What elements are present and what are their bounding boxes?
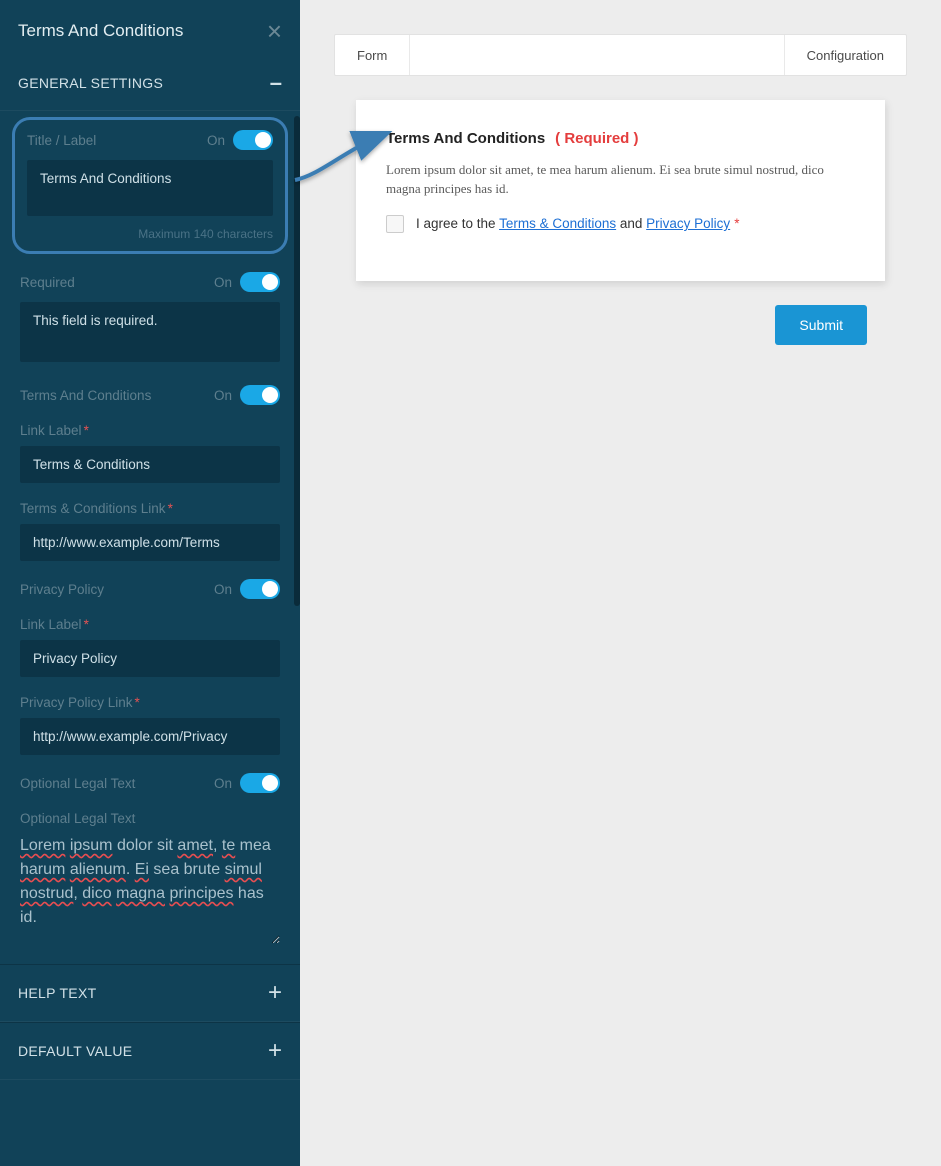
agree-and: and: [616, 216, 646, 231]
tc-toggle[interactable]: [240, 385, 280, 405]
required-toggle[interactable]: [240, 272, 280, 292]
tc-link-label-label: Link Label*: [20, 423, 89, 438]
pp-toggle-text: On: [214, 582, 232, 597]
tc-toggle-text: On: [214, 388, 232, 403]
agree-text: I agree to the Terms & Conditions and Pr…: [416, 216, 739, 231]
section-general-settings[interactable]: GENERAL SETTINGS –: [0, 56, 300, 111]
preview-title: Terms And Conditions: [386, 130, 545, 147]
tc-url-input[interactable]: [20, 524, 280, 561]
terms-link[interactable]: Terms & Conditions: [499, 216, 616, 231]
close-icon[interactable]: ×: [267, 18, 282, 44]
agree-prefix: I agree to the: [416, 216, 499, 231]
title-highlight-box: Title / Label On Maximum 140 characters: [12, 117, 288, 254]
submit-button[interactable]: Submit: [775, 305, 867, 345]
tc-url-label: Terms & Conditions Link*: [20, 501, 173, 516]
sidebar-scroll[interactable]: GENERAL SETTINGS – Title / Label On Maxi…: [0, 56, 300, 1166]
sidebar-title: Terms And Conditions: [18, 21, 183, 41]
agree-checkbox[interactable]: [386, 215, 404, 233]
section-default-label: DEFAULT VALUE: [18, 1043, 132, 1059]
opt-legal-input-label: Optional Legal Text: [20, 811, 135, 826]
collapse-icon: –: [270, 72, 282, 94]
tabs: Form Configuration: [334, 34, 907, 76]
opt-legal-toggle[interactable]: [240, 773, 280, 793]
title-label: Title / Label: [27, 133, 96, 148]
plus-icon: +: [268, 1039, 282, 1063]
section-default-value[interactable]: DEFAULT VALUE +: [0, 1022, 300, 1080]
preview-required-badge: ( Required ): [555, 130, 638, 147]
privacy-link[interactable]: Privacy Policy: [646, 216, 730, 231]
section-help-text[interactable]: HELP TEXT +: [0, 964, 300, 1022]
tab-configuration[interactable]: Configuration: [784, 35, 906, 75]
tab-form[interactable]: Form: [335, 35, 410, 75]
settings-sidebar: Terms And Conditions × GENERAL SETTINGS …: [0, 0, 300, 1166]
title-input[interactable]: [27, 160, 273, 216]
agree-asterisk: *: [734, 216, 739, 231]
pp-link-label-label: Link Label*: [20, 617, 89, 632]
plus-icon: +: [268, 981, 282, 1005]
opt-legal-toggle-text: On: [214, 776, 232, 791]
title-helper: Maximum 140 characters: [27, 227, 273, 241]
required-message-input[interactable]: [20, 302, 280, 362]
opt-legal-toggle-label: Optional Legal Text: [20, 776, 135, 791]
section-help-label: HELP TEXT: [18, 985, 96, 1001]
pp-toggle[interactable]: [240, 579, 280, 599]
pp-link-label-input[interactable]: [20, 640, 280, 677]
preview-legal-text: Lorem ipsum dolor sit amet, te mea harum…: [386, 161, 855, 199]
tc-link-label-input[interactable]: [20, 446, 280, 483]
preview-card: Terms And Conditions ( Required ) Lorem …: [356, 100, 885, 281]
pp-url-input[interactable]: [20, 718, 280, 755]
opt-legal-input[interactable]: Lorem ipsum dolor sit amet, te mea harum…: [20, 834, 280, 944]
agree-row: I agree to the Terms & Conditions and Pr…: [386, 215, 855, 233]
pp-url-label: Privacy Policy Link*: [20, 695, 140, 710]
tc-toggle-label: Terms And Conditions: [20, 388, 151, 403]
sidebar-header: Terms And Conditions ×: [0, 0, 300, 56]
section-general-label: GENERAL SETTINGS: [18, 75, 163, 91]
title-toggle[interactable]: [233, 130, 273, 150]
title-toggle-label: On: [207, 133, 225, 148]
pp-toggle-label: Privacy Policy: [20, 582, 104, 597]
required-label: Required: [20, 275, 75, 290]
required-toggle-label: On: [214, 275, 232, 290]
main-panel: Form Configuration Terms And Conditions …: [300, 0, 941, 1166]
